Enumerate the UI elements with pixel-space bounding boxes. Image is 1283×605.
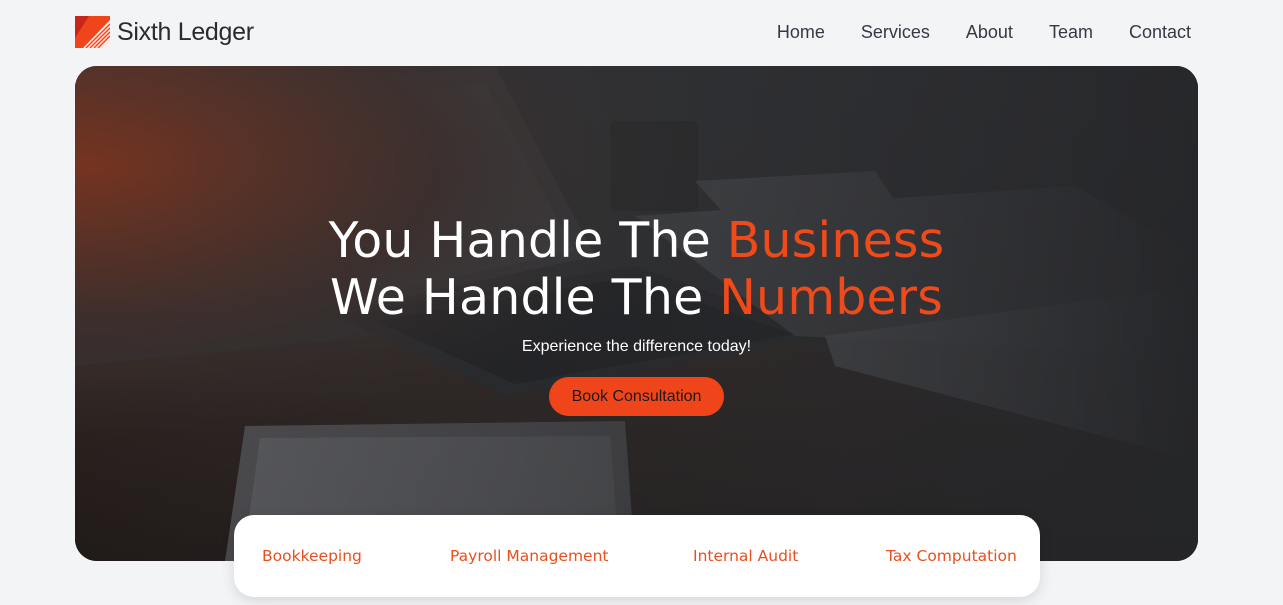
headline-line1: You Handle The Business — [329, 212, 945, 269]
book-consultation-button[interactable]: Book Consultation — [549, 377, 724, 416]
service-link-payroll[interactable]: Payroll Management — [450, 547, 608, 565]
brand-name: Sixth Ledger — [117, 17, 254, 46]
service-link-bookkeeping[interactable]: Bookkeeping — [262, 547, 362, 565]
site-header: Sixth Ledger Home Services About Team Co… — [0, 0, 1283, 66]
headline-line1-prefix: You Handle The — [328, 212, 727, 269]
hero-banner: You Handle The Business We Handle The Nu… — [75, 66, 1198, 561]
service-link-internal-audit[interactable]: Internal Audit — [693, 547, 798, 565]
brand-logo-link[interactable]: Sixth Ledger — [75, 14, 254, 50]
nav-item-about[interactable]: About — [966, 20, 1013, 44]
nav-item-home[interactable]: Home — [777, 20, 825, 44]
nav-item-contact[interactable]: Contact — [1129, 20, 1191, 44]
ledger-logo-icon — [75, 16, 110, 48]
service-link-tax-computation[interactable]: Tax Computation — [886, 547, 1017, 565]
headline-line2-prefix: We Handle The — [330, 269, 720, 326]
nav-item-team[interactable]: Team — [1049, 20, 1093, 44]
page: Sixth Ledger Home Services About Team Co… — [0, 0, 1283, 605]
hero-subtitle: Experience the difference today! — [521, 338, 752, 355]
hero-headline: You Handle The Business We Handle The Nu… — [75, 212, 1198, 326]
services-card: Bookkeeping Payroll Management Internal … — [234, 515, 1040, 597]
nav-item-services[interactable]: Services — [861, 20, 930, 44]
headline-line2-accent: Numbers — [719, 269, 943, 326]
headline-line1-accent: Business — [726, 212, 945, 269]
main-nav: Home Services About Team Contact — [741, 20, 1191, 44]
headline-line2: We Handle The Numbers — [330, 269, 943, 326]
